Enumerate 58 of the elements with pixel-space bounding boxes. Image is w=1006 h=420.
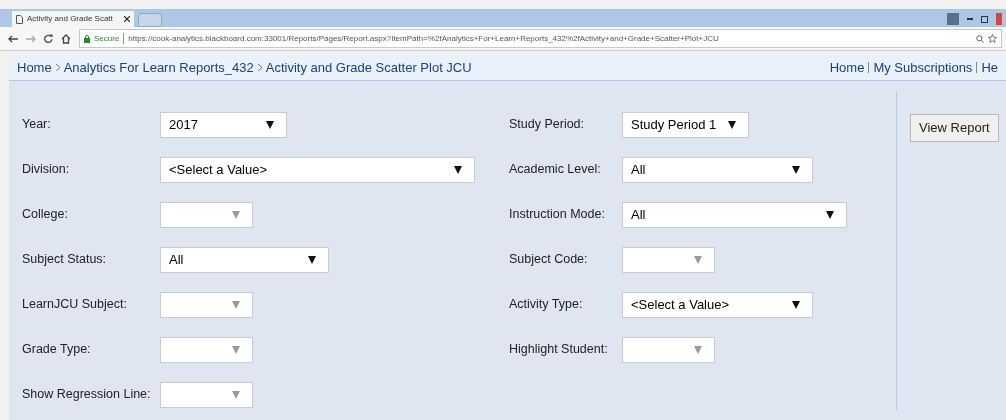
dropdown-caret-icon — [266, 120, 274, 129]
secure-label: Secure — [94, 32, 120, 45]
dropdown[interactable]: All — [622, 156, 813, 183]
lock-icon — [84, 34, 90, 43]
reload-icon[interactable] — [44, 34, 53, 43]
dropdown[interactable]: <Select a Value> — [622, 291, 813, 318]
url-text: https://cook-analytics.blackboard.com:33001/Reports/Pages/Report.aspx?ItemPath=%2fAnalytics+For+Learn+Reports_432%2fActivity+and+Grade+Scatter+Plot+JCU — [128, 32, 719, 45]
new-tab-button[interactable] — [138, 13, 162, 27]
browser-tab[interactable]: Activity and Grade Scatt — [12, 11, 134, 27]
dropdown-caret-icon — [694, 255, 702, 264]
view-report-button[interactable]: View Report — [910, 114, 999, 142]
dropdown[interactable]: All — [160, 246, 329, 273]
dropdown-caret-icon — [232, 390, 240, 399]
header-link[interactable]: My Subscriptions — [873, 57, 973, 78]
breadcrumb-link[interactable]: Activity and Grade Scatter Plot JCU — [265, 57, 472, 78]
dropdown-caret-icon — [792, 300, 800, 309]
field-label: Instruction Mode: — [509, 206, 606, 224]
dropdown-caret-icon — [826, 210, 834, 219]
breadcrumb-link[interactable]: Home — [17, 57, 52, 78]
field-label: Subject Code: — [509, 251, 589, 269]
dropdown-caret-icon — [232, 210, 240, 219]
dropdown[interactable]: Study Period 1 — [622, 111, 749, 138]
field-label: Show Regression Line: — [22, 386, 152, 404]
breadcrumb-link[interactable]: Analytics For Learn Reports_432 — [63, 57, 254, 78]
dropdown-caret-icon — [308, 255, 316, 264]
field-label: Subject Status: — [22, 251, 108, 269]
field-label: LearnJCU Subject: — [22, 296, 128, 314]
field-label: Year: — [22, 116, 52, 134]
chevron-icon — [55, 64, 60, 71]
tab-title: Activity and Grade Scatt — [27, 13, 113, 25]
field-label: Study Period: — [509, 116, 586, 134]
zoom-icon[interactable] — [976, 34, 984, 43]
field-label: Academic Level: — [509, 161, 602, 179]
field-label: College: — [22, 206, 69, 224]
star-icon[interactable] — [988, 34, 997, 43]
dropdown-caret-icon — [232, 300, 240, 309]
header-link[interactable]: Home — [829, 57, 865, 78]
home-icon[interactable] — [61, 33, 71, 44]
dropdown[interactable]: <Select a Value> — [160, 156, 475, 183]
field-label: Activity Type: — [509, 296, 584, 314]
address-bar[interactable]: Secure https://cook-analytics.blackboard.com:33001/Reports/Pages/Report.aspx?ItemPath=%2fAnalytics+For+Learn+Reports_432%2fActivity+and+Grade+Scatter+Plot+JCU — [79, 29, 1002, 48]
back-icon[interactable] — [8, 34, 18, 43]
dropdown[interactable]: All — [622, 201, 847, 228]
page-icon — [16, 14, 23, 24]
dropdown-caret-icon — [454, 165, 462, 174]
field-label: Highlight Student: — [509, 341, 609, 359]
dropdown-caret-icon — [792, 165, 800, 174]
header-link[interactable]: He — [981, 57, 998, 78]
maximize-icon[interactable] — [981, 15, 988, 23]
dropdown-caret-icon — [232, 345, 240, 354]
minimize-icon[interactable] — [967, 18, 973, 20]
dropdown[interactable]: 2017 — [160, 111, 287, 138]
field-label: Division: — [22, 161, 71, 179]
field-label: Grade Type: — [22, 341, 92, 359]
dropdown-caret-icon — [694, 345, 702, 354]
chevron-icon — [257, 64, 262, 71]
forward-icon[interactable] — [26, 34, 36, 43]
dropdown-caret-icon — [728, 120, 736, 129]
